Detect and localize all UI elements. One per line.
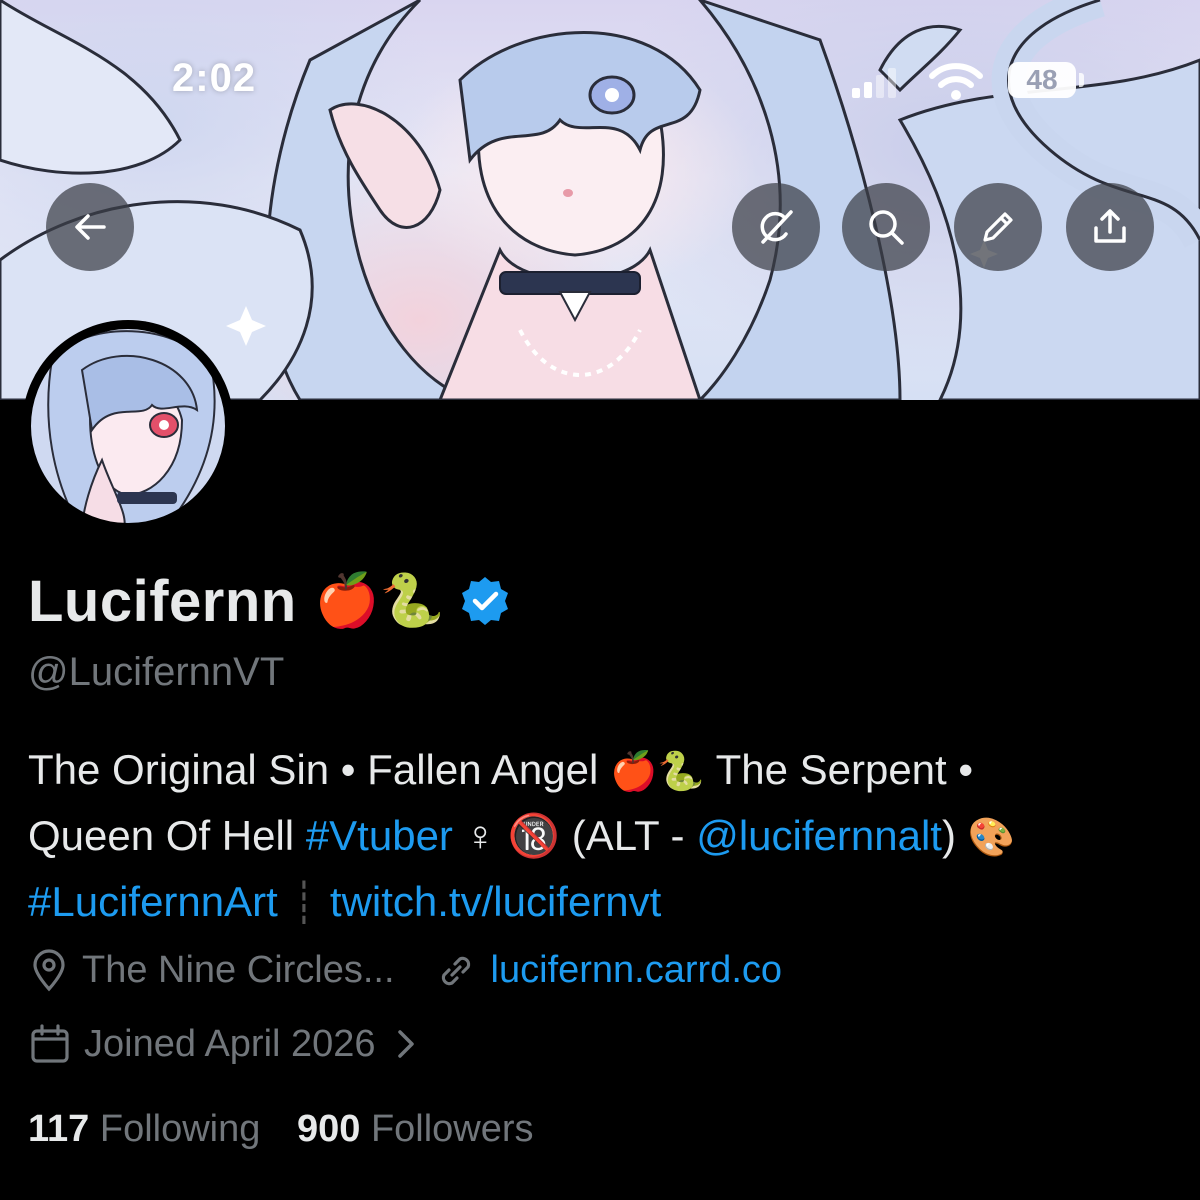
edit-icon [983, 212, 1013, 242]
bio-text: The Original Sin • Fallen Angel [28, 746, 611, 793]
battery-indicator: 48 [1008, 62, 1076, 98]
avatar[interactable] [22, 320, 234, 532]
location-pin-icon [33, 949, 65, 992]
twitch-link[interactable]: twitch.tv/lucifernvt [330, 878, 661, 925]
followers-label: Followers [370, 1108, 534, 1150]
bio-emoji: 🎨 [967, 817, 1015, 859]
status-signal-wifi-icons [852, 63, 983, 100]
bio: The Original Sin • Fallen Angel 🍎🐍 The S… [28, 738, 1178, 935]
name-emoji: 🍎🐍 [314, 572, 445, 630]
handle: @LucifernnVT [28, 650, 285, 694]
calendar-icon [31, 1024, 69, 1063]
verified-badge-icon[interactable] [458, 574, 512, 628]
avatar-image [25, 323, 231, 529]
followers-count: 900 [296, 1108, 361, 1150]
location-website-row: The Nine Circles... lucifernn.carrd.co [28, 948, 782, 992]
bio-line-2: Queen Of Hell #Vtuber ♀ 🔞 (ALT - @lucife… [28, 804, 1178, 870]
edit-button[interactable] [954, 183, 1042, 271]
following-label: Following [99, 1108, 261, 1150]
bio-line-3: #LucifernnArt ┊ twitch.tv/lucifernvt [28, 870, 1178, 935]
link-icon [441, 956, 470, 986]
hashtag-link[interactable]: #LucifernnArt [28, 878, 278, 925]
search-button[interactable] [842, 183, 930, 271]
following-count: 117 [28, 1108, 90, 1150]
hashtag-link[interactable]: #Vtuber [306, 812, 453, 859]
followers-stat[interactable]: 900 Followers [297, 1108, 534, 1150]
bio-text: Queen Of Hell [28, 812, 306, 859]
profile-name-row: Lucifernn 🍎🐍 [28, 568, 512, 634]
share-icon [1094, 209, 1126, 243]
bio-text: The Serpent • [704, 746, 974, 793]
mention-link[interactable]: @lucifernnalt [696, 812, 942, 859]
back-button[interactable] [46, 183, 134, 271]
chevron-right-icon [397, 1030, 414, 1058]
battery-tip [1079, 73, 1084, 87]
website-link[interactable]: lucifernn.carrd.co [491, 949, 782, 992]
grok-icon [760, 210, 793, 244]
bio-text: ) [941, 812, 968, 859]
following-stat[interactable]: 117 Following [28, 1108, 260, 1150]
follow-stats: 117 Following 900 Followers [28, 1108, 560, 1151]
bio-symbols: ♀ 🔞 [452, 812, 572, 859]
search-icon [869, 210, 904, 245]
arrow-left-icon [75, 214, 106, 240]
bio-separator: ┊ [291, 881, 316, 925]
display-name: Lucifernn [28, 568, 297, 634]
status-time: 2:02 [172, 56, 257, 100]
share-button[interactable] [1066, 183, 1154, 271]
grok-button[interactable] [732, 183, 820, 271]
bio-line-1: The Original Sin • Fallen Angel 🍎🐍 The S… [28, 738, 1178, 804]
joined-text: Joined April 2026 [84, 1022, 376, 1065]
joined-row[interactable]: Joined April 2026 [28, 1022, 432, 1066]
location-text: The Nine Circles... [82, 948, 395, 991]
bio-text: (ALT - [571, 812, 697, 859]
bio-emoji: 🍎🐍 [610, 751, 705, 793]
